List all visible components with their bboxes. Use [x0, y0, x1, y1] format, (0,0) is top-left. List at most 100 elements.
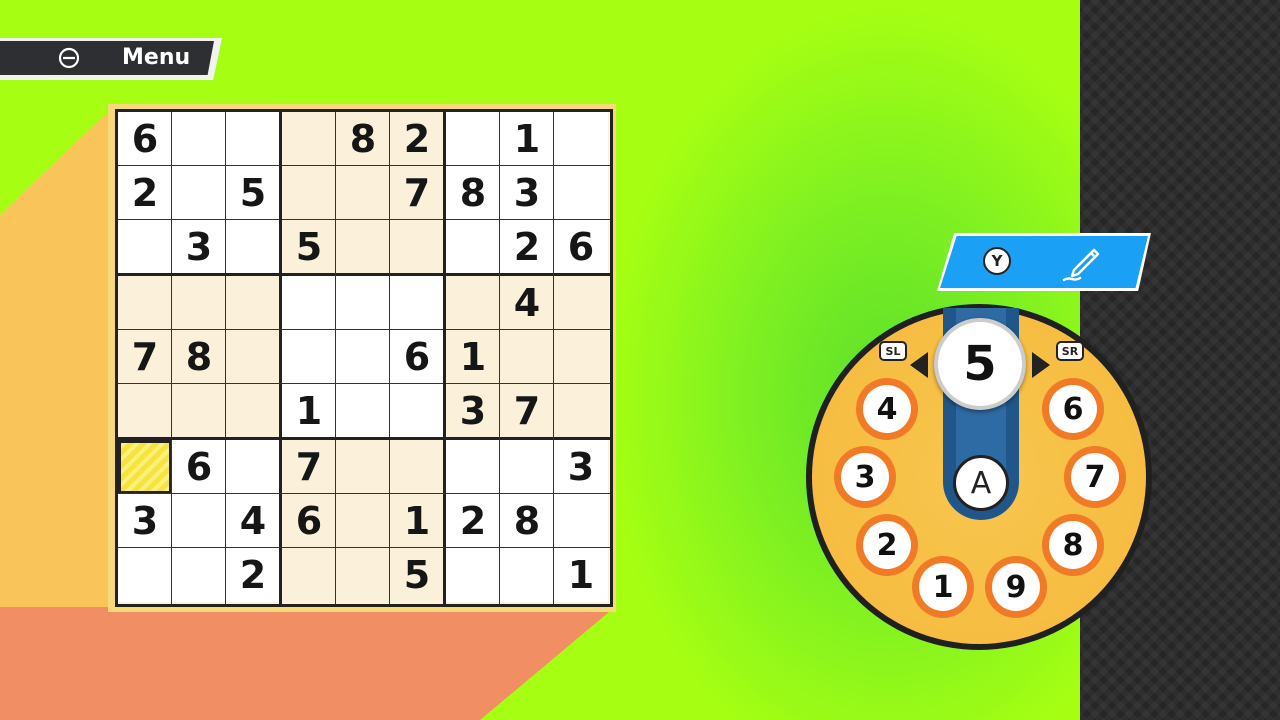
sudoku-cell[interactable]	[226, 220, 280, 274]
sudoku-cell[interactable]: 5	[282, 220, 336, 274]
sudoku-cell[interactable]: 7	[282, 440, 336, 494]
sudoku-cell[interactable]	[554, 276, 608, 330]
sudoku-cell[interactable]	[172, 494, 226, 548]
sl-button[interactable]: SL	[879, 341, 907, 361]
sudoku-cell[interactable]: 2	[446, 494, 500, 548]
number-button-4[interactable]: 4	[856, 378, 918, 440]
sudoku-cell[interactable]	[390, 440, 444, 494]
sudoku-cell[interactable]: 2	[118, 166, 172, 220]
sudoku-cell[interactable]: 7	[118, 330, 172, 384]
number-button-8[interactable]: 8	[1042, 514, 1104, 576]
sudoku-cell[interactable]	[226, 384, 280, 438]
sudoku-cell[interactable]	[390, 384, 444, 438]
sudoku-cell[interactable]	[446, 276, 500, 330]
sudoku-cell[interactable]	[282, 166, 336, 220]
number-button-1[interactable]: 1	[912, 556, 974, 618]
sudoku-cell[interactable]: 1	[282, 384, 336, 438]
sr-button[interactable]: SR	[1056, 341, 1084, 361]
sudoku-cell[interactable]	[336, 384, 390, 438]
sudoku-grid[interactable]: 682125783352647861137673346128251	[115, 109, 613, 607]
sudoku-cell[interactable]: 5	[226, 166, 280, 220]
sudoku-cell[interactable]	[172, 112, 226, 166]
sudoku-cell[interactable]: 7	[390, 166, 444, 220]
sudoku-cell[interactable]	[282, 276, 336, 330]
sudoku-cell[interactable]	[336, 548, 390, 602]
prev-arrow-icon[interactable]	[910, 352, 928, 378]
sudoku-cell[interactable]	[118, 384, 172, 438]
sudoku-cell[interactable]	[554, 112, 608, 166]
sudoku-cell[interactable]: 3	[554, 440, 608, 494]
sudoku-cell[interactable]	[172, 276, 226, 330]
sudoku-cell[interactable]	[282, 330, 336, 384]
sudoku-cell[interactable]: 1	[500, 112, 554, 166]
sudoku-cell[interactable]	[554, 330, 608, 384]
sudoku-cell[interactable]: 8	[336, 112, 390, 166]
sudoku-cell[interactable]	[118, 440, 172, 494]
sudoku-cell[interactable]	[390, 220, 444, 274]
sudoku-cell[interactable]: 6	[390, 330, 444, 384]
grid-line	[118, 493, 610, 494]
sudoku-cell[interactable]	[554, 494, 608, 548]
sudoku-cell[interactable]: 3	[118, 494, 172, 548]
sudoku-cell[interactable]	[554, 166, 608, 220]
sudoku-cell[interactable]	[118, 548, 172, 602]
sudoku-cell[interactable]	[336, 494, 390, 548]
sudoku-cell[interactable]: 7	[500, 384, 554, 438]
a-button[interactable]: A	[953, 455, 1009, 511]
sudoku-cell[interactable]	[500, 330, 554, 384]
number-button-6[interactable]: 6	[1042, 378, 1104, 440]
next-arrow-icon[interactable]	[1032, 352, 1050, 378]
sudoku-cell[interactable]	[446, 220, 500, 274]
sudoku-cell[interactable]: 5	[390, 548, 444, 602]
sudoku-cell[interactable]	[446, 440, 500, 494]
sudoku-cell[interactable]: 4	[500, 276, 554, 330]
menu-button-body[interactable]: Menu	[0, 41, 214, 75]
sudoku-cell[interactable]	[282, 548, 336, 602]
menu-button[interactable]: Menu	[0, 38, 222, 80]
sudoku-cell[interactable]	[554, 384, 608, 438]
sudoku-cell[interactable]	[226, 276, 280, 330]
sudoku-cell[interactable]: 4	[226, 494, 280, 548]
sudoku-cell[interactable]: 1	[554, 548, 608, 602]
y-button[interactable]: Y	[983, 247, 1011, 275]
sudoku-cell[interactable]	[336, 276, 390, 330]
sudoku-cell[interactable]	[282, 112, 336, 166]
sudoku-cell[interactable]	[226, 440, 280, 494]
sudoku-cell[interactable]: 8	[500, 494, 554, 548]
number-button-2[interactable]: 2	[856, 514, 918, 576]
sudoku-cell[interactable]	[172, 166, 226, 220]
sudoku-cell[interactable]	[118, 220, 172, 274]
number-button-3[interactable]: 3	[834, 446, 896, 508]
sudoku-cell[interactable]	[226, 330, 280, 384]
sudoku-cell[interactable]: 1	[446, 330, 500, 384]
sudoku-cell[interactable]: 3	[500, 166, 554, 220]
number-button-7[interactable]: 7	[1064, 446, 1126, 508]
sudoku-cell[interactable]: 2	[500, 220, 554, 274]
sudoku-cell[interactable]	[500, 440, 554, 494]
sudoku-cell[interactable]: 8	[172, 330, 226, 384]
sudoku-cell[interactable]: 2	[226, 548, 280, 602]
sudoku-cell[interactable]	[446, 548, 500, 602]
sudoku-cell[interactable]	[336, 166, 390, 220]
sudoku-cell[interactable]: 6	[118, 112, 172, 166]
number-button-9[interactable]: 9	[985, 556, 1047, 618]
sudoku-cell[interactable]	[336, 220, 390, 274]
sudoku-cell[interactable]: 3	[172, 220, 226, 274]
sudoku-cell[interactable]	[172, 548, 226, 602]
sudoku-cell[interactable]: 1	[390, 494, 444, 548]
sudoku-cell[interactable]: 3	[446, 384, 500, 438]
sudoku-cell[interactable]	[118, 276, 172, 330]
sudoku-cell[interactable]	[226, 112, 280, 166]
sudoku-cell[interactable]	[446, 112, 500, 166]
sudoku-cell[interactable]	[390, 276, 444, 330]
sudoku-cell[interactable]	[172, 384, 226, 438]
sudoku-cell[interactable]	[336, 330, 390, 384]
sudoku-cell[interactable]: 6	[172, 440, 226, 494]
sudoku-cell[interactable]: 2	[390, 112, 444, 166]
sudoku-cell[interactable]: 8	[446, 166, 500, 220]
pencil-mode-tab[interactable]	[940, 236, 1148, 288]
sudoku-cell[interactable]	[336, 440, 390, 494]
sudoku-cell[interactable]: 6	[554, 220, 608, 274]
sudoku-cell[interactable]: 6	[282, 494, 336, 548]
sudoku-cell[interactable]	[500, 548, 554, 602]
